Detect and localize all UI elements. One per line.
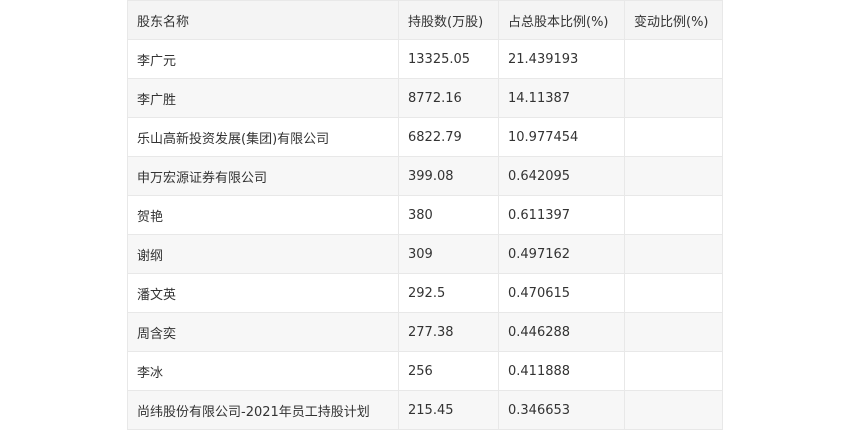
cell-change-ratio [624, 156, 723, 196]
cell-shareholder-name: 贺艳 [127, 195, 399, 235]
cell-change-ratio [624, 390, 723, 430]
table-row: 贺艳 380 0.611397 [127, 195, 723, 235]
cell-shareholder-name: 李冰 [127, 351, 399, 391]
table-row: 尚纬股份有限公司-2021年员工持股计划 215.45 0.346653 [127, 390, 723, 430]
cell-shareholder-name: 申万宏源证券有限公司 [127, 156, 399, 196]
table-row: 李广元 13325.05 21.439193 [127, 39, 723, 79]
cell-change-ratio [624, 351, 723, 391]
header-row: 股东名称 持股数(万股) 占总股本比例(%) 变动比例(%) [127, 0, 723, 40]
cell-share-ratio: 10.977454 [498, 117, 625, 157]
cell-change-ratio [624, 195, 723, 235]
cell-shareholder-name: 周含奕 [127, 312, 399, 352]
cell-change-ratio [624, 312, 723, 352]
table-row: 申万宏源证券有限公司 399.08 0.642095 [127, 156, 723, 196]
table-row: 周含奕 277.38 0.446288 [127, 312, 723, 352]
table-row: 李冰 256 0.411888 [127, 351, 723, 391]
cell-shareholder-name: 尚纬股份有限公司-2021年员工持股计划 [127, 390, 399, 430]
header-change-ratio: 变动比例(%) [624, 0, 723, 40]
cell-share-ratio: 0.346653 [498, 390, 625, 430]
cell-shares-held: 380 [398, 195, 499, 235]
cell-share-ratio: 0.446288 [498, 312, 625, 352]
cell-change-ratio [624, 78, 723, 118]
header-shares-held: 持股数(万股) [398, 0, 499, 40]
cell-change-ratio [624, 273, 723, 313]
cell-share-ratio: 21.439193 [498, 39, 625, 79]
cell-share-ratio: 0.642095 [498, 156, 625, 196]
cell-shares-held: 8772.16 [398, 78, 499, 118]
cell-shares-held: 277.38 [398, 312, 499, 352]
cell-share-ratio: 14.11387 [498, 78, 625, 118]
cell-shares-held: 292.5 [398, 273, 499, 313]
shareholder-table: 股东名称 持股数(万股) 占总股本比例(%) 变动比例(%) 李广元 13325… [127, 0, 723, 430]
cell-change-ratio [624, 117, 723, 157]
table-row: 李广胜 8772.16 14.11387 [127, 78, 723, 118]
cell-change-ratio [624, 234, 723, 274]
shareholder-table-container: 股东名称 持股数(万股) 占总股本比例(%) 变动比例(%) 李广元 13325… [127, 0, 723, 430]
header-shareholder-name: 股东名称 [127, 0, 399, 40]
cell-shares-held: 215.45 [398, 390, 499, 430]
cell-shares-held: 256 [398, 351, 499, 391]
cell-shareholder-name: 李广元 [127, 39, 399, 79]
cell-share-ratio: 0.497162 [498, 234, 625, 274]
cell-share-ratio: 0.470615 [498, 273, 625, 313]
table-row: 谢纲 309 0.497162 [127, 234, 723, 274]
cell-shares-held: 6822.79 [398, 117, 499, 157]
table-header: 股东名称 持股数(万股) 占总股本比例(%) 变动比例(%) [127, 0, 723, 40]
table-row: 潘文英 292.5 0.470615 [127, 273, 723, 313]
header-share-ratio: 占总股本比例(%) [498, 0, 625, 40]
cell-shareholder-name: 谢纲 [127, 234, 399, 274]
table-body: 李广元 13325.05 21.439193 李广胜 8772.16 14.11… [127, 39, 723, 430]
cell-shareholder-name: 潘文英 [127, 273, 399, 313]
cell-change-ratio [624, 39, 723, 79]
cell-share-ratio: 0.411888 [498, 351, 625, 391]
cell-shares-held: 13325.05 [398, 39, 499, 79]
cell-shareholder-name: 乐山高新投资发展(集团)有限公司 [127, 117, 399, 157]
cell-share-ratio: 0.611397 [498, 195, 625, 235]
cell-shares-held: 309 [398, 234, 499, 274]
cell-shareholder-name: 李广胜 [127, 78, 399, 118]
table-row: 乐山高新投资发展(集团)有限公司 6822.79 10.977454 [127, 117, 723, 157]
cell-shares-held: 399.08 [398, 156, 499, 196]
